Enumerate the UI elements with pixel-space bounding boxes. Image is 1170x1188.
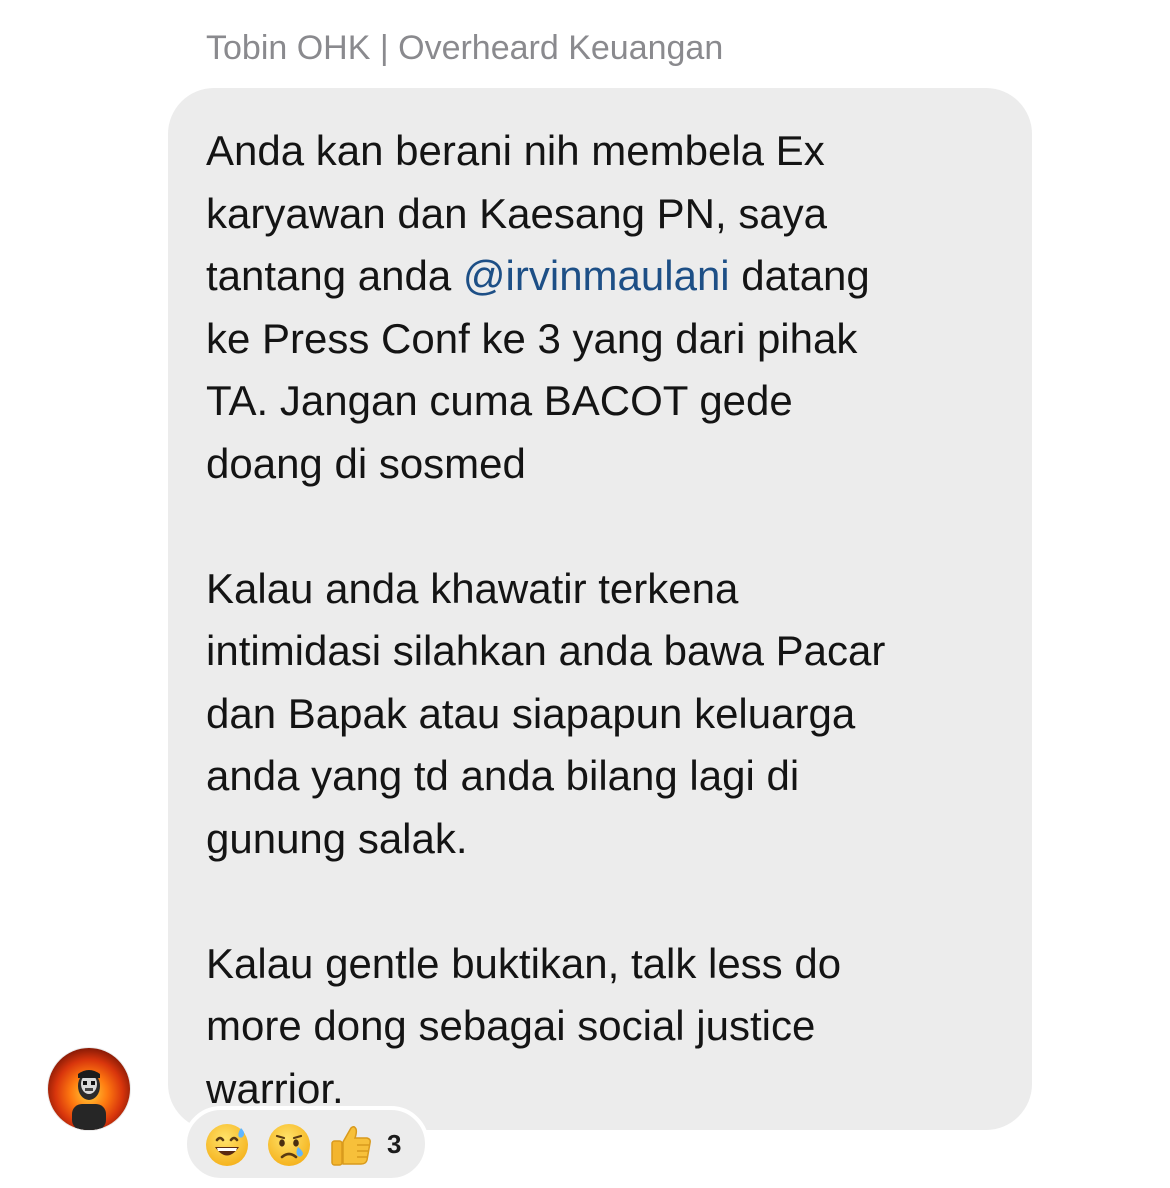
message-line: Kalau anda khawatir terkena [206,564,739,612]
message-line: dan Bapak atau siapapun keluarga [206,689,856,737]
message-line: anda yang td anda bilang lagi di [206,752,800,799]
message-line: tantang anda @irvinmaulani datang [206,245,994,308]
mention-link[interactable]: @irvinmaulani [463,252,730,299]
reaction-bar[interactable]: 3 [183,1106,429,1182]
crying-face-emoji-icon [268,1124,310,1166]
message-line: gunung salak. [206,814,468,862]
message-line: intimidasi silahkan anda bawa Pacar [206,627,886,674]
person-silhouette-icon [72,1070,106,1130]
message-text: tantang anda [206,252,463,299]
message-line: karyawan dan Kaesang PN, saya [206,189,828,237]
reaction-count: 3 [387,1128,402,1159]
message-bubble[interactable]: Anda kan berani nih membela Ex karyawan … [168,88,1032,1130]
thumbs-up-emoji-icon [331,1125,371,1166]
message-line: more dong sebagai social justice [206,1002,816,1049]
sender-avatar[interactable] [48,1048,130,1130]
message-line: Kalau gentle buktikan, talk less do [206,939,842,987]
grinning-sweat-emoji-icon [206,1124,248,1166]
message-line: ke Press Conf ke 3 yang dari pihak [206,314,858,362]
message-text: datang [729,252,870,299]
message-line: doang di sosmed [206,439,526,487]
message-line: TA. Jangan cuma BACOT gede [206,377,793,424]
sender-name: Tobin OHK | Overheard Keuangan [206,29,724,67]
message-line: Anda kan berani nih membela Ex [206,127,825,174]
